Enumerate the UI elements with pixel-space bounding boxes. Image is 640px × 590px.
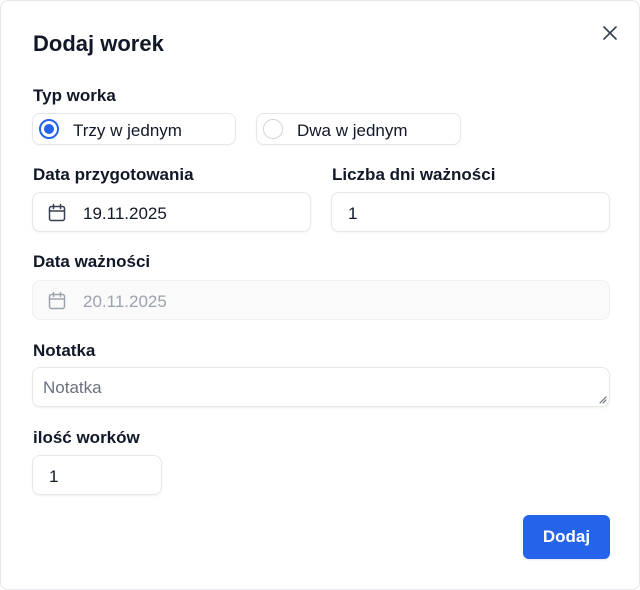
close-icon [603, 26, 617, 40]
submit-button[interactable]: Dodaj [523, 515, 610, 559]
prep-date-label: Data przygotowania [33, 165, 194, 184]
resize-handle-icon[interactable] [597, 394, 607, 404]
radio-label: Dwa w jednym [297, 121, 408, 140]
expiry-date-input: 20.11.2025 [32, 280, 610, 320]
add-bag-dialog: Dodaj worek Typ worka Trzy w jednym Dwa … [0, 0, 640, 590]
expiry-date-value: 20.11.2025 [83, 292, 167, 311]
valid-days-input[interactable]: 1 [331, 192, 610, 232]
radio-label: Trzy w jednym [73, 121, 182, 140]
prep-date-input[interactable]: 19.11.2025 [32, 192, 311, 232]
note-placeholder: Notatka [43, 378, 102, 397]
valid-days-label: Liczba dni ważności [332, 165, 496, 184]
radio-button[interactable] [263, 119, 283, 139]
prep-date-value: 19.11.2025 [83, 204, 167, 223]
radio-button-checked[interactable] [39, 119, 59, 139]
bag-count-input[interactable]: 1 [32, 455, 162, 495]
radio-option-three-in-one[interactable]: Trzy w jednym [32, 113, 236, 145]
note-textarea[interactable]: Notatka [32, 367, 610, 407]
radio-option-two-in-one[interactable]: Dwa w jednym [256, 113, 461, 145]
bag-count-label: ilość worków [33, 428, 140, 447]
dialog-title: Dodaj worek [33, 31, 164, 56]
close-button[interactable] [598, 21, 622, 45]
expiry-date-label: Data ważności [33, 252, 151, 271]
bag-type-label: Typ worka [33, 86, 116, 105]
bag-count-value: 1 [49, 467, 59, 486]
valid-days-value: 1 [348, 204, 358, 223]
note-label: Notatka [33, 341, 96, 360]
calendar-icon [48, 203, 66, 222]
calendar-icon [48, 291, 66, 310]
